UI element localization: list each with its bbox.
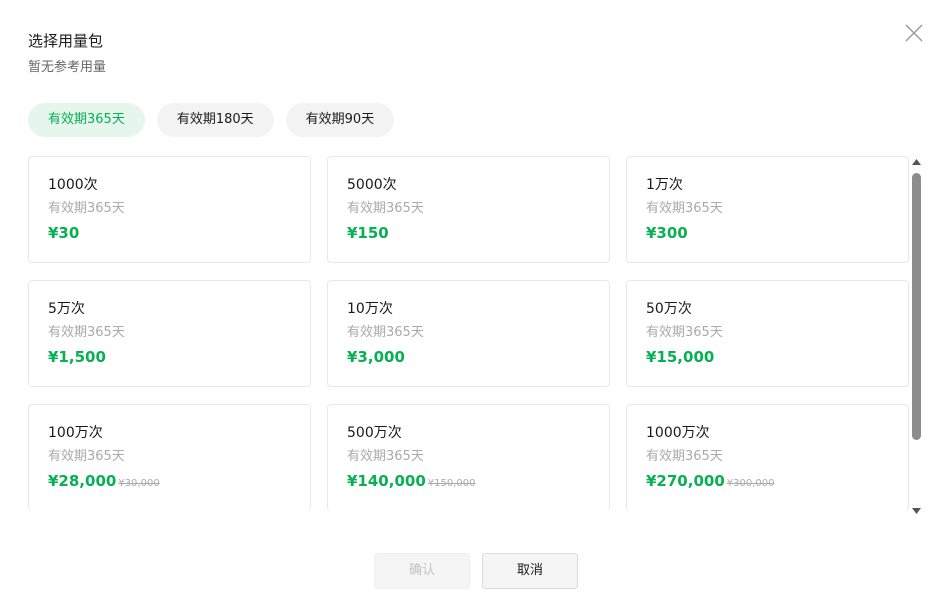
package-card-10k[interactable]: 1万次 有效期365天 ¥300 [626, 156, 909, 263]
package-price: ¥140,000 [347, 472, 426, 490]
package-name: 500万次 [347, 425, 402, 441]
package-validity: 有效期365天 [48, 325, 125, 340]
package-card-5m[interactable]: 500万次 有效期365天 ¥140,000 ¥150,000 [327, 404, 610, 510]
scroll-up-button[interactable] [912, 157, 921, 166]
package-name: 1000次 [48, 177, 98, 193]
triangle-up-icon [912, 158, 921, 165]
package-select-dialog: 选择用量包 暂无参考用量 有效期365天 有效期180天 有效期90天 1000… [0, 0, 946, 607]
validity-tabs: 有效期365天 有效期180天 有效期90天 [28, 103, 395, 137]
tab-365-days[interactable]: 有效期365天 [28, 103, 145, 137]
scrollbar-thumb[interactable] [912, 173, 921, 440]
package-list: 1000次 有效期365天 ¥30 5000次 有效期365天 ¥150 1万次… [28, 156, 909, 510]
package-name: 5000次 [347, 177, 397, 193]
dialog-title: 选择用量包 [28, 32, 104, 50]
package-card-5000[interactable]: 5000次 有效期365天 ¥150 [327, 156, 610, 263]
package-card-1m[interactable]: 100万次 有效期365天 ¥28,000 ¥30,000 [28, 404, 311, 510]
package-name: 50万次 [646, 301, 692, 317]
package-price: ¥15,000 [646, 348, 715, 366]
package-validity: 有效期365天 [347, 449, 424, 464]
package-price: ¥30 [48, 224, 80, 242]
confirm-button[interactable]: 确认 [374, 553, 470, 589]
package-validity: 有效期365天 [48, 449, 125, 464]
dialog-subtitle: 暂无参考用量 [28, 60, 107, 75]
package-price: ¥150 [347, 224, 389, 242]
package-card-100k[interactable]: 10万次 有效期365天 ¥3,000 [327, 280, 610, 387]
package-validity: 有效期365天 [347, 201, 424, 216]
package-original-price: ¥150,000 [427, 478, 476, 489]
triangle-down-icon [912, 507, 921, 514]
dialog-footer: 确认 取消 [374, 553, 578, 589]
package-validity: 有效期365天 [646, 201, 723, 216]
package-price: ¥28,000 [48, 472, 117, 490]
package-validity: 有效期365天 [347, 325, 424, 340]
tab-180-days[interactable]: 有效期180天 [156, 103, 274, 137]
package-name: 100万次 [48, 425, 103, 441]
cancel-button[interactable]: 取消 [482, 553, 578, 589]
package-name: 1万次 [646, 177, 683, 193]
package-card-1000[interactable]: 1000次 有效期365天 ¥30 [28, 156, 311, 263]
package-original-price: ¥300,000 [726, 478, 775, 489]
package-name: 5万次 [48, 301, 85, 317]
package-list-scrollbar[interactable] [911, 157, 922, 517]
package-price: ¥300 [646, 224, 688, 242]
package-price: ¥1,500 [48, 348, 106, 366]
scroll-down-button[interactable] [912, 506, 921, 515]
package-price: ¥3,000 [347, 348, 405, 366]
package-card-50k[interactable]: 5万次 有效期365天 ¥1,500 [28, 280, 311, 387]
package-validity: 有效期365天 [646, 449, 723, 464]
package-name: 10万次 [347, 301, 393, 317]
package-card-10m[interactable]: 1000万次 有效期365天 ¥270,000 ¥300,000 [626, 404, 909, 510]
package-validity: 有效期365天 [48, 201, 125, 216]
package-validity: 有效期365天 [646, 325, 723, 340]
package-original-price: ¥30,000 [118, 478, 160, 489]
tab-90-days[interactable]: 有效期90天 [285, 103, 395, 137]
package-card-500k[interactable]: 50万次 有效期365天 ¥15,000 [626, 280, 909, 387]
close-button[interactable] [903, 22, 925, 44]
close-icon [905, 24, 923, 42]
package-price: ¥270,000 [646, 472, 725, 490]
package-name: 1000万次 [646, 425, 710, 441]
